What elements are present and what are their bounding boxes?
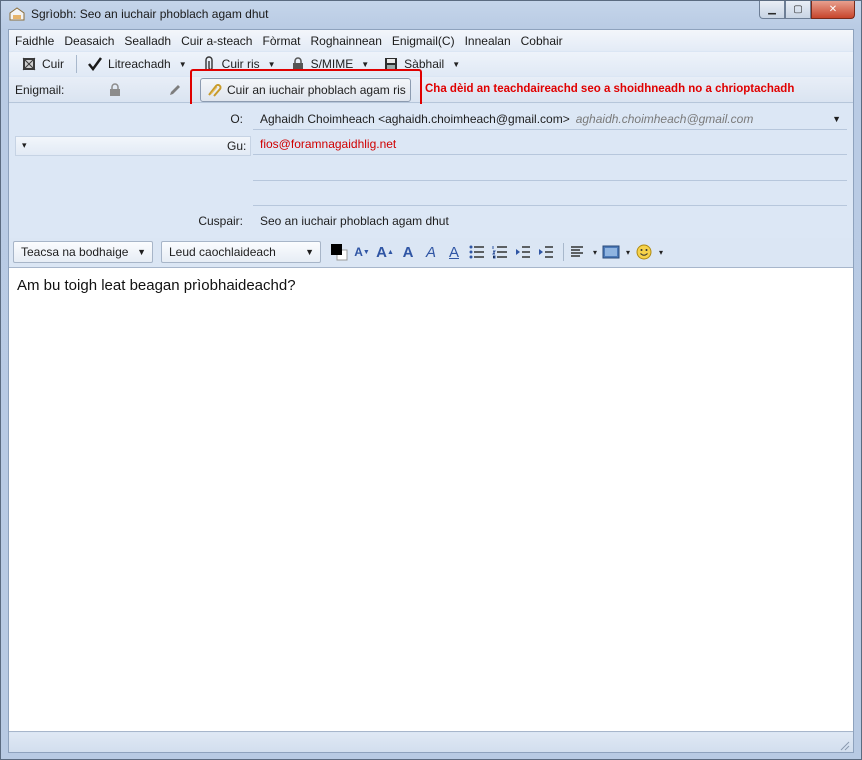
text-color-icon[interactable]	[329, 242, 349, 262]
client-area: Faidhle Deasaich Sealladh Cuir a-steach …	[8, 29, 854, 753]
pencil-icon[interactable]	[167, 82, 183, 98]
subject-value: Seo an iuchair phoblach agam dhut	[260, 214, 449, 228]
align-icon[interactable]	[568, 242, 588, 262]
status-bar	[9, 733, 853, 752]
font-value: Leud caochlaideach	[169, 245, 276, 259]
spell-dropdown-icon[interactable]: ▼	[179, 60, 187, 69]
numbered-list-icon[interactable]	[490, 242, 510, 262]
send-label: Cuir	[42, 57, 65, 71]
recipient-field-3[interactable]	[253, 184, 847, 206]
paragraph-style-dropdown-icon: ▼	[137, 247, 146, 257]
paragraph-style-select[interactable]: Teacsa na bodhaige ▼	[13, 241, 153, 263]
menu-format[interactable]: Fòrmat	[262, 34, 300, 48]
close-button[interactable]: ✕	[811, 1, 855, 19]
menu-file[interactable]: Faidhle	[15, 34, 54, 48]
title-bar: Sgrìobh: Seo an iuchair phoblach agam dh…	[1, 1, 861, 29]
underline-icon[interactable]: A	[444, 242, 464, 262]
font-smaller-icon[interactable]: A ▼	[352, 242, 372, 262]
compose-window: Sgrìobh: Seo an iuchair phoblach agam dh…	[0, 0, 862, 760]
insert-dropdown-icon[interactable]: ▾	[626, 248, 630, 257]
format-separator	[563, 243, 564, 261]
to-value: fios@foramnagaidhlig.net	[260, 137, 397, 151]
menu-options[interactable]: Roghainnean	[311, 34, 382, 48]
message-body-editor[interactable]: Am bu toigh leat beagan prìobhaideachd?	[9, 267, 853, 732]
font-larger-icon[interactable]: A ▲	[375, 242, 395, 262]
send-button[interactable]: Cuir	[17, 53, 68, 75]
bold-icon[interactable]: A	[398, 242, 418, 262]
maximize-button[interactable]: ▢	[785, 1, 811, 19]
menu-tools[interactable]: Innealan	[465, 34, 511, 48]
encryption-annotation: Cha dèid an teachdaireachd seo a shoidhn…	[425, 83, 795, 95]
recipient-field-2[interactable]	[253, 159, 847, 181]
italic-icon[interactable]: A	[421, 242, 441, 262]
from-row: O: Aghaidh Choimheach <aghaidh.choimheac…	[9, 108, 853, 132]
lock-icon[interactable]	[107, 82, 123, 98]
subject-row: Cuspair: Seo an iuchair phoblach agam dh…	[9, 210, 853, 234]
from-dropdown-icon[interactable]: ▼	[832, 114, 841, 124]
menu-help[interactable]: Cobhair	[521, 34, 563, 48]
menu-view[interactable]: Sealladh	[124, 34, 171, 48]
subject-label: Cuspair:	[198, 214, 243, 228]
main-toolbar: Cuir Litreachadh ▼ Cuir ris ▼ S/MIME ▼ S…	[9, 52, 853, 76]
format-toolbar: Teacsa na bodhaige ▼ Leud caochlaideach …	[9, 238, 853, 266]
save-dropdown-icon[interactable]: ▼	[452, 60, 460, 69]
checkmark-icon	[87, 56, 103, 72]
from-field[interactable]: Aghaidh Choimheach <aghaidh.choimheach@g…	[253, 108, 847, 130]
message-body-text: Am bu toigh leat beagan prìobhaideachd?	[17, 277, 296, 294]
send-icon	[21, 56, 37, 72]
toolbar-separator	[76, 55, 78, 73]
spell-button[interactable]: Litreachadh	[83, 53, 175, 75]
to-field[interactable]: fios@foramnagaidhlig.net	[253, 133, 847, 155]
from-value: Aghaidh Choimheach <aghaidh.choimheach@g…	[260, 112, 570, 126]
from-email-hint: aghaidh.choimheach@gmail.com	[575, 112, 754, 126]
menu-edit[interactable]: Deasaich	[64, 34, 114, 48]
smiley-dropdown-icon[interactable]: ▾	[659, 248, 663, 257]
indent-icon[interactable]	[536, 242, 556, 262]
menu-bar: Faidhle Deasaich Sealladh Cuir a-steach …	[9, 30, 853, 51]
bullet-list-icon[interactable]	[467, 242, 487, 262]
recipient-type-select[interactable]: ▾	[15, 136, 251, 156]
enigmail-label: Enigmail:	[15, 82, 65, 97]
smime-dropdown-icon[interactable]: ▼	[361, 60, 369, 69]
from-label: O:	[230, 112, 243, 126]
menu-enigmail[interactable]: Enigmail(C)	[392, 34, 455, 48]
paragraph-style-value: Teacsa na bodhaige	[21, 245, 129, 259]
minimize-button[interactable]: ▁	[759, 1, 785, 19]
resize-grip-icon[interactable]	[840, 740, 850, 751]
font-dropdown-icon: ▼	[305, 247, 314, 257]
to-label: Gu:	[227, 139, 247, 153]
window-title: Sgrìobh: Seo an iuchair phoblach agam dh…	[31, 7, 269, 21]
attach-dropdown-icon[interactable]: ▼	[268, 60, 276, 69]
font-select[interactable]: Leud caochlaideach ▼	[161, 241, 321, 263]
menu-insert[interactable]: Cuir a-steach	[181, 34, 252, 48]
smiley-icon[interactable]	[634, 242, 654, 262]
outdent-icon[interactable]	[513, 242, 533, 262]
address-headers: O: Aghaidh Choimheach <aghaidh.choimheac…	[9, 104, 853, 238]
compose-app-icon	[9, 7, 25, 21]
spell-label: Litreachadh	[108, 57, 171, 71]
align-dropdown-icon[interactable]: ▾	[593, 248, 597, 257]
insert-image-icon[interactable]	[601, 242, 621, 262]
subject-field[interactable]: Seo an iuchair phoblach agam dhut	[253, 210, 847, 232]
